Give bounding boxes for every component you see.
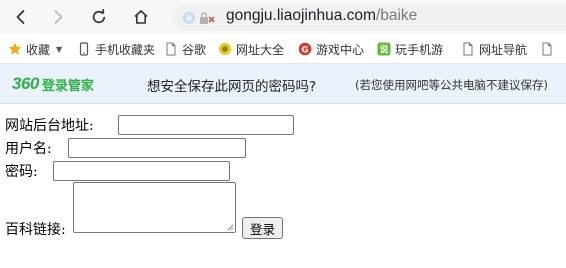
bookmark-label: 玩手机游 (395, 42, 444, 57)
bookmark-label: 网址导航 (479, 42, 528, 57)
dropdown-caret-icon[interactable]: ▼ (56, 45, 62, 54)
logo-text: 登录管家 (41, 78, 94, 94)
bookmark-overflow[interactable] (540, 41, 558, 57)
phone-icon (77, 42, 91, 56)
password-input[interactable] (53, 161, 230, 181)
username-input[interactable] (68, 138, 246, 158)
svg-text:G: G (301, 46, 308, 56)
back-icon[interactable] (8, 4, 34, 30)
baike-link-textarea[interactable] (73, 182, 236, 233)
site-address-input[interactable] (118, 115, 294, 135)
star-icon (8, 42, 22, 56)
address-bar[interactable]: gongju.liaojinhua.com/baike (172, 3, 566, 31)
insecure-lock-icon[interactable] (199, 10, 215, 24)
url-path: /baike (375, 7, 418, 24)
public-computer-note: (若您使用网吧等公共电脑不建议保存) (355, 78, 548, 92)
bookmark-label: 谷歌 (182, 42, 207, 57)
sunflower-icon (218, 42, 232, 56)
url-host: gongju.liaojinhua.com (226, 7, 376, 24)
bookmarks-bar: 收藏 ▼ 手机收藏夹 谷歌 网址大全 G 游戏中心 说 玩手机游 网址导航 (0, 34, 566, 64)
reload-icon[interactable] (86, 4, 112, 30)
login-button[interactable]: 登录 (242, 217, 283, 239)
bookmark-url-directory[interactable]: 网址大全 (218, 41, 284, 57)
baike-link-label: 百科链接: (5, 222, 66, 238)
bookmark-mobile-games[interactable]: 说 玩手机游 (377, 41, 443, 57)
bookmark-label: 网址大全 (236, 42, 285, 57)
page-content: 网站后台地址: 用户名: 密码: 百科链接: 登录 (0, 104, 566, 268)
bookmark-label: 收藏 (26, 42, 51, 57)
page-icon (164, 42, 178, 56)
bookmark-google[interactable]: 谷歌 (164, 41, 206, 57)
svg-text:说: 说 (379, 44, 388, 56)
game-icon: G (298, 42, 312, 56)
home-icon[interactable] (128, 4, 154, 30)
resize-grip-icon[interactable] (227, 224, 234, 231)
bookmark-favorites[interactable]: 收藏 ▼ (8, 41, 62, 57)
password-label: 密码: (5, 164, 38, 180)
bookmark-label: 手机收藏夹 (95, 42, 156, 57)
username-label: 用户名: (5, 141, 52, 157)
bookmark-site-navigation[interactable]: 网址导航 (461, 41, 527, 57)
bookmark-game-center[interactable]: G 游戏中心 (298, 41, 364, 57)
site-address-label: 网站后台地址: (5, 118, 94, 134)
forward-icon[interactable] (45, 4, 71, 30)
page-icon (540, 42, 554, 56)
site-info-icon[interactable] (182, 10, 196, 24)
save-password-question: 想安全保存此网页的密码吗? (147, 79, 317, 95)
page-icon (461, 42, 475, 56)
bookmark-label: 游戏中心 (316, 42, 365, 57)
bookmark-mobile-favorites[interactable]: 手机收藏夹 (77, 41, 155, 57)
game-app-icon: 说 (377, 42, 391, 56)
password-save-bar: 360 登录管家 想安全保存此网页的密码吗? (若您使用网吧等公共电脑不建议保存… (0, 64, 566, 104)
browser-toolbar: gongju.liaojinhua.com/baike (0, 0, 566, 34)
url-text[interactable]: gongju.liaojinhua.com/baike (226, 7, 417, 25)
360-login-manager-logo: 360 登录管家 (12, 74, 94, 94)
logo-number: 360 (12, 74, 39, 93)
